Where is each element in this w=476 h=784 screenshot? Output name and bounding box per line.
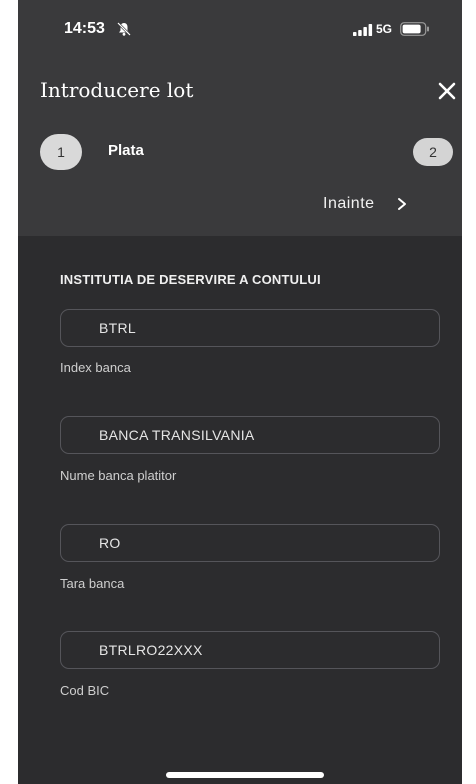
home-indicator[interactable] bbox=[166, 772, 324, 778]
app-screen: 14:53 5G Introducere lot 1 Plata 2 Inain… bbox=[18, 0, 462, 784]
page-title: Introducere lot bbox=[40, 78, 194, 102]
section-title: INSTITUTIA DE DESERVIRE A CONTULUI bbox=[60, 272, 321, 287]
payer-bank-name-label: Nume banca platitor bbox=[60, 468, 177, 483]
chevron-right-icon bbox=[397, 198, 406, 210]
bic-code-label: Cod BIC bbox=[60, 683, 110, 698]
bank-index-label: Index banca bbox=[60, 360, 131, 375]
payer-bank-name-field[interactable]: BANCA TRANSILVANIA bbox=[60, 416, 440, 454]
next-button[interactable]: Inainte bbox=[323, 190, 407, 218]
bell-slash-icon bbox=[117, 22, 131, 36]
bank-country-label: Tara banca bbox=[60, 576, 125, 591]
status-time: 14:53 bbox=[64, 20, 105, 37]
bank-index-field[interactable]: BTRL bbox=[60, 309, 440, 347]
header: 14:53 5G Introducere lot 1 Plata 2 Inain… bbox=[18, 0, 462, 236]
next-button-label: Inainte bbox=[323, 195, 375, 212]
status-bar: 14:53 5G bbox=[18, 0, 462, 56]
step-1-label: Plata bbox=[108, 142, 144, 159]
step-2-indicator[interactable]: 2 bbox=[413, 138, 453, 166]
step-1-indicator: 1 bbox=[40, 134, 82, 170]
signal-bars-icon bbox=[353, 24, 373, 36]
bank-country-field[interactable]: RO bbox=[60, 524, 440, 562]
bic-code-field[interactable]: BTRLRO22XXX bbox=[60, 631, 440, 669]
close-icon[interactable] bbox=[436, 80, 458, 102]
battery-icon bbox=[400, 22, 429, 36]
network-type: 5G bbox=[376, 22, 393, 36]
